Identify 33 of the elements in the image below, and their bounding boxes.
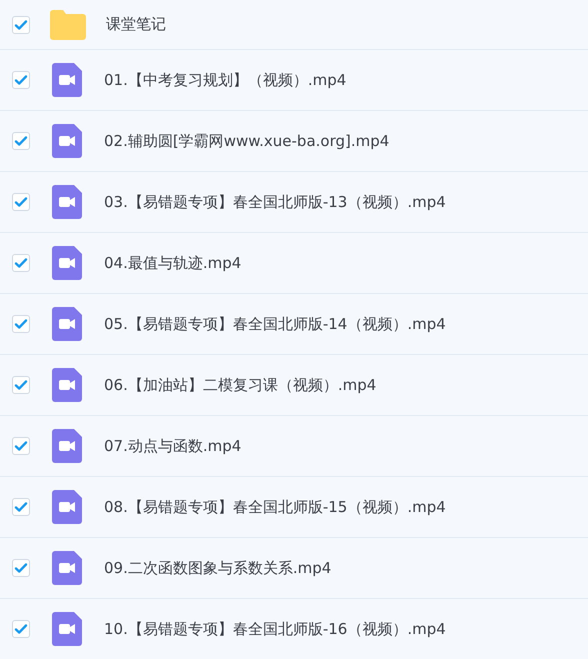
- checkbox[interactable]: [12, 620, 30, 638]
- checkbox[interactable]: [12, 559, 30, 577]
- file-name[interactable]: 04.最值与轨迹.mp4: [104, 254, 242, 272]
- video-file-icon: [52, 246, 82, 280]
- file-name[interactable]: 10.【易错题专项】春全国北师版-16（视频）.mp4: [104, 620, 446, 638]
- file-name[interactable]: 05.【易错题专项】春全国北师版-14（视频）.mp4: [104, 314, 446, 334]
- video-file-icon: [52, 63, 82, 97]
- folder-icon: [50, 10, 86, 40]
- video-file-icon: [52, 551, 82, 585]
- video-file-icon: [52, 612, 82, 646]
- video-file-icon: [52, 307, 82, 341]
- checkbox[interactable]: [12, 132, 30, 150]
- video-file-icon: [52, 490, 82, 524]
- video-file-icon: [52, 185, 82, 219]
- video-file-icon: [52, 368, 82, 402]
- file-name[interactable]: 课堂笔记: [106, 15, 166, 34]
- checkbox[interactable]: [12, 16, 30, 34]
- checkbox[interactable]: [12, 254, 30, 272]
- video-file-icon: [52, 429, 82, 463]
- file-name[interactable]: 06.【加油站】二模复习课（视频）.mp4: [104, 376, 376, 394]
- checkbox[interactable]: [12, 193, 30, 211]
- file-name[interactable]: 01.【中考复习规划】（视频）.mp4: [104, 70, 346, 90]
- file-name[interactable]: 03.【易错题专项】春全国北师版-13（视频）.mp4: [104, 192, 446, 212]
- file-name[interactable]: 08.【易错题专项】春全国北师版-15（视频）.mp4: [104, 498, 446, 516]
- checkbox[interactable]: [12, 376, 30, 394]
- file-name[interactable]: 02.辅助圆[学霸网www.xue-ba.org].mp4: [104, 132, 390, 150]
- checkbox[interactable]: [12, 315, 30, 333]
- checkbox[interactable]: [12, 437, 30, 455]
- video-file-icon: [52, 124, 82, 158]
- file-name[interactable]: 07.动点与函数.mp4: [104, 436, 242, 456]
- file-name[interactable]: 09.二次函数图象与系数关系.mp4: [104, 558, 332, 578]
- checkbox[interactable]: [12, 71, 30, 89]
- checkbox[interactable]: [12, 498, 30, 516]
